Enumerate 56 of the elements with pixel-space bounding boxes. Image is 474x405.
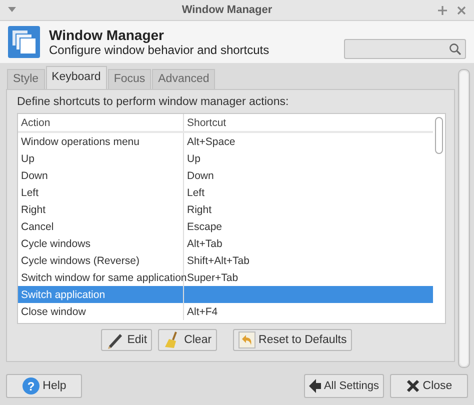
instructions: Define shortcuts to perform window manager actions: xyxy=(17,96,290,108)
table-cell-text: Alt+Space xyxy=(186,134,236,150)
window-title: Window Manager xyxy=(180,4,274,16)
table-cell-text: Right xyxy=(186,202,213,218)
table-row[interactable]: Left Left xyxy=(18,184,433,201)
column-header[interactable]: Action xyxy=(18,114,184,131)
column-header[interactable]: Shortcut xyxy=(184,114,433,131)
table-cell: Up xyxy=(18,150,184,167)
table-cell-text: Down xyxy=(186,168,215,184)
back-arrow-icon xyxy=(309,379,321,393)
clear-button[interactable]: Clear xyxy=(158,329,217,351)
table-row[interactable]: Window operations menu Alt+Space xyxy=(18,133,433,150)
table-cell: Down xyxy=(18,167,184,184)
table-row[interactable]: Cycle windows Alt+Tab xyxy=(18,235,433,252)
table-cell: Cycle windows xyxy=(18,235,184,252)
tab[interactable]: Focus xyxy=(108,69,152,89)
table-row[interactable]: Close window Alt+F4 xyxy=(18,303,433,320)
table-row[interactable]: Up Up xyxy=(18,150,433,167)
tab[interactable]: Keyboard xyxy=(46,66,107,89)
close-icon xyxy=(406,379,420,393)
table-row[interactable]: Down Down xyxy=(18,167,433,184)
table-cell: Right xyxy=(18,201,184,218)
table-cell-text: Alt+F4 xyxy=(186,304,219,320)
table-cell: Cycle windows (Reverse) xyxy=(18,252,184,269)
table-cell: Close window xyxy=(18,303,184,320)
maximize-icon[interactable] xyxy=(438,6,447,14)
edit-button[interactable]: Edit xyxy=(101,329,152,351)
table-row[interactable]: Cancel Escape xyxy=(18,218,433,235)
header-title: Window Manager xyxy=(49,27,165,43)
table-cell-text: Left xyxy=(186,186,206,200)
table-cell: Left xyxy=(18,184,184,201)
reset-button[interactable]: Reset to Defaults xyxy=(232,329,352,351)
table-cell-text: Super+Tab xyxy=(186,270,240,286)
close-button[interactable]: Close xyxy=(390,374,468,398)
tab[interactable]: Style xyxy=(7,69,45,89)
undo-icon xyxy=(238,331,256,349)
table-row[interactable]: Right Right xyxy=(18,201,433,218)
search-icon xyxy=(449,43,461,55)
help-icon: ? xyxy=(22,377,40,395)
tab[interactable]: Advanced xyxy=(152,69,216,89)
search-field[interactable] xyxy=(344,39,466,59)
table-cell-text: Alt+Tab xyxy=(186,236,224,252)
table-cell: Cancel xyxy=(18,218,184,235)
table-row[interactable]: Cycle windows (Reverse) Shift+Alt+Tab xyxy=(18,252,433,269)
pencil-icon xyxy=(106,331,124,349)
header-subtitle: Configure window behavior and shortcuts xyxy=(49,43,270,57)
settings-button[interactable]: All Settings xyxy=(304,374,384,398)
table-cell-text: Shift+Alt+Tab xyxy=(186,254,250,268)
window-menu-icon[interactable] xyxy=(8,7,16,13)
table-cell: Switch application xyxy=(18,286,184,303)
help-button[interactable]: ? Help xyxy=(6,374,82,398)
windows-icon xyxy=(8,26,40,58)
table-cell: Window operations menu xyxy=(18,133,184,150)
table-cell-text: Up xyxy=(186,152,202,166)
table-cell-text: Escape xyxy=(186,220,224,234)
close-icon[interactable] xyxy=(457,6,466,14)
